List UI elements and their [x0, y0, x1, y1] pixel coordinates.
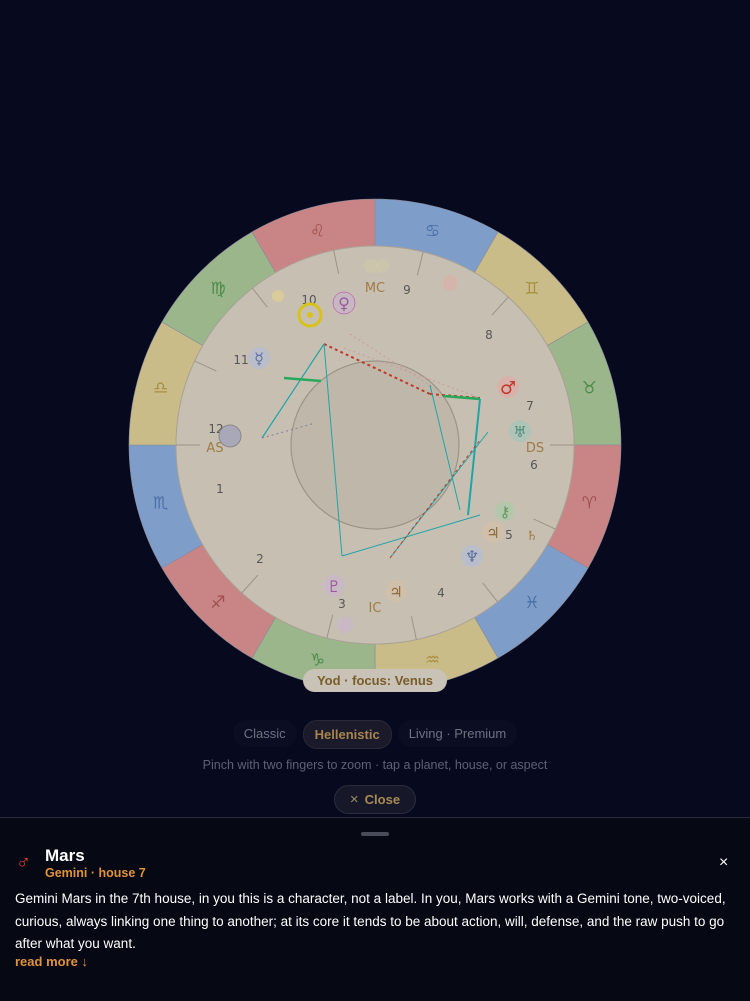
- planet-name: Mars: [45, 846, 85, 865]
- sheet-close-icon[interactable]: ×: [719, 854, 728, 872]
- zodiac-glyph-icon: ♉: [582, 379, 597, 399]
- inner-circle: [290, 360, 460, 530]
- mercury-icon[interactable]: ☿: [254, 349, 264, 368]
- house-11[interactable]: 11: [233, 353, 248, 367]
- mode-living-premium[interactable]: Living · Premium: [397, 720, 518, 747]
- close-label: Close: [364, 792, 401, 807]
- chart-mode-selector: Classic Hellenistic Living · Premium: [0, 720, 750, 749]
- zodiac-glyph-icon: ♌: [310, 222, 325, 242]
- focus-pill[interactable]: Yod · focus: Venus: [303, 669, 447, 692]
- zodiac-glyph-icon: ♏: [153, 493, 168, 513]
- saturn-icon[interactable]: ♄: [526, 529, 538, 544]
- planet-detail-sheet: ♂ Mars Gemini · house 7 × Gemini Mars in…: [0, 817, 750, 1001]
- zodiac-glyph-icon: ♑: [310, 650, 325, 670]
- zodiac-glyph-icon: ♊: [524, 279, 539, 299]
- house-3[interactable]: 3: [338, 597, 346, 611]
- neptune-icon[interactable]: ♆: [465, 547, 479, 566]
- house-9[interactable]: 9: [403, 283, 411, 297]
- mode-hellenistic[interactable]: Hellenistic: [302, 720, 392, 749]
- house-6[interactable]: 6: [530, 458, 538, 472]
- ds-label: DS: [526, 441, 544, 456]
- as-label: AS: [206, 441, 223, 456]
- sheet-drag-handle[interactable]: [361, 832, 389, 836]
- house-5[interactable]: 5: [505, 528, 513, 542]
- read-more-link[interactable]: read more ↓: [15, 954, 88, 969]
- house-1[interactable]: 1: [216, 482, 224, 496]
- venus-icon[interactable]: ♀: [338, 294, 350, 313]
- mars-glyph-icon: ♂: [16, 852, 31, 874]
- jupiter-ic-icon[interactable]: ♃: [389, 583, 402, 601]
- chart-wheel[interactable]: ♌ ♋ ♊ ♉ ♈ ♓ ♒ ♑ ♐ ♏ ♎ ♍ MC AS DS IC 1 2 3 4 5 6 7 …: [0, 0, 750, 700]
- chiron-icon[interactable]: ⚷: [500, 503, 511, 521]
- zodiac-glyph-icon: ♒: [425, 650, 440, 670]
- zodiac-glyph-icon: ♍: [210, 279, 225, 299]
- planet-placement: Gemini · house 7: [45, 866, 146, 880]
- zoom-hint: Pinch with two fingers to zoom · tap a p…: [202, 758, 548, 772]
- zodiac-glyph-icon: ♓: [524, 593, 539, 613]
- house-7[interactable]: 7: [526, 399, 534, 413]
- house-8[interactable]: 8: [485, 328, 493, 342]
- close-chart-button[interactable]: × Close: [334, 785, 416, 814]
- pluto-icon[interactable]: ♇: [327, 577, 341, 596]
- zodiac-glyph-icon: ♎: [153, 379, 168, 399]
- zodiac-glyph-icon: ♈: [582, 493, 597, 513]
- moon-icon[interactable]: [218, 424, 242, 448]
- mc-label: MC: [365, 281, 385, 296]
- zodiac-glyph-icon: ♋: [425, 222, 440, 242]
- mars-icon[interactable]: ♂: [500, 378, 516, 399]
- zodiac-glyph-icon: ♐: [210, 593, 225, 613]
- jupiter-icon[interactable]: ♃: [486, 524, 499, 542]
- house-2[interactable]: 2: [256, 552, 264, 566]
- uranus-icon[interactable]: ♅: [513, 423, 526, 441]
- planet-description: Gemini Mars in the 7th house, in you thi…: [15, 891, 726, 951]
- natal-chart[interactable]: ♌ ♋ ♊ ♉ ♈ ♓ ♒ ♑ ♐ ♏ ♎ ♍ MC AS DS IC 1 2: [0, 0, 750, 700]
- close-icon: ×: [349, 791, 359, 808]
- mode-classic[interactable]: Classic: [232, 720, 297, 747]
- house-4[interactable]: 4: [437, 586, 445, 600]
- ic-label: IC: [369, 601, 382, 616]
